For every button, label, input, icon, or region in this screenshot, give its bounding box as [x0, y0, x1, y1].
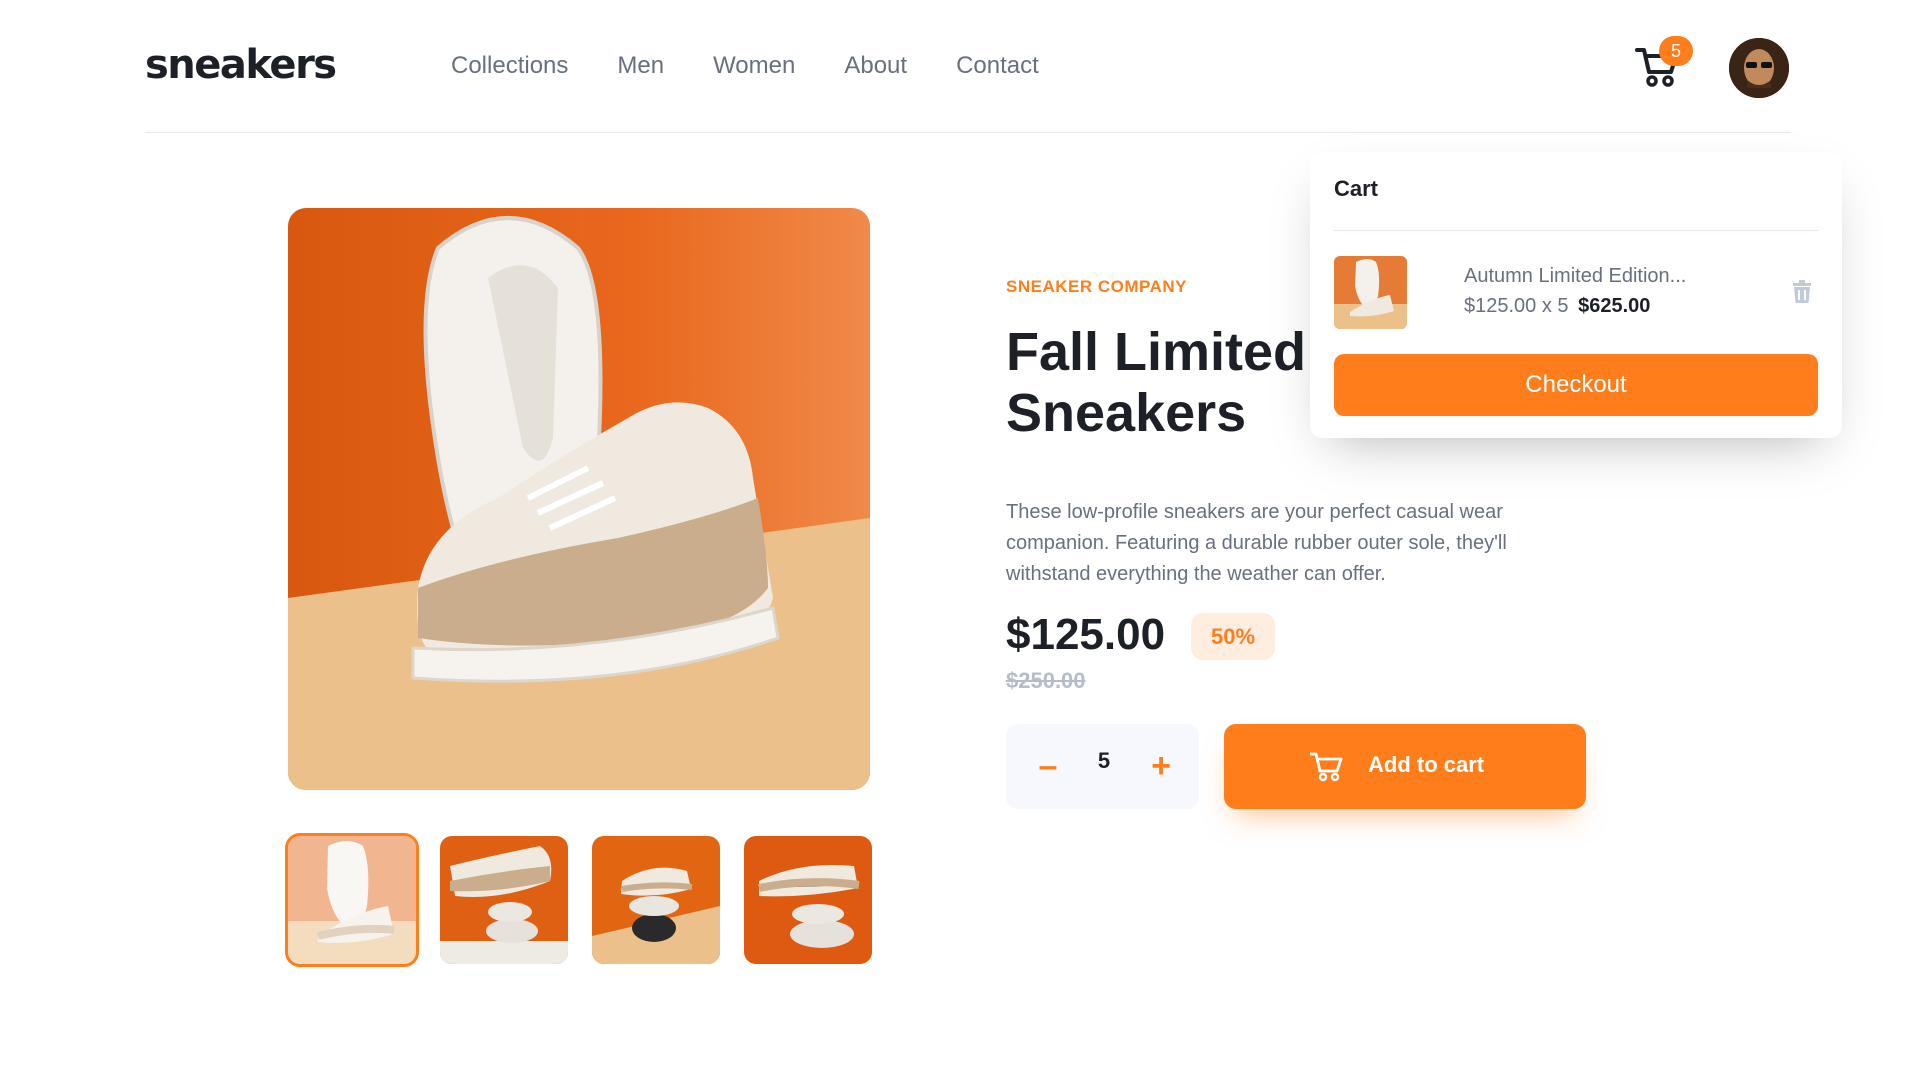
- thumbnail-2[interactable]: [440, 836, 568, 964]
- nav-item-women[interactable]: Women: [713, 52, 795, 80]
- main-nav: Collections Men Women About Contact: [451, 52, 1088, 80]
- cart-item-unit: $125.00 x 5: [1464, 295, 1569, 317]
- nav-item-men[interactable]: Men: [617, 52, 664, 80]
- nav-item-about[interactable]: About: [844, 52, 907, 80]
- cart-count-badge: 5: [1659, 36, 1693, 66]
- quantity-value: 5: [1097, 748, 1111, 773]
- cart-dropdown: Cart Autumn Limited Edition... $125.00 x…: [1310, 152, 1842, 438]
- thumbnail-3[interactable]: [592, 836, 720, 964]
- cart-title: Cart: [1334, 176, 1379, 201]
- site-header: sneakers Collections Men Women About Con…: [145, 0, 1791, 133]
- checkout-button[interactable]: Checkout: [1334, 354, 1818, 416]
- company-label: SNEAKER COMPANY: [1006, 277, 1187, 296]
- cart-item-name: Autumn Limited Edition...: [1464, 265, 1687, 287]
- logo[interactable]: sneakers: [145, 42, 337, 88]
- thumbnail-strip: [285, 833, 872, 967]
- thumbnail-1[interactable]: [285, 833, 419, 967]
- add-to-cart-button[interactable]: Add to cart: [1224, 724, 1586, 809]
- current-price: $125.00: [1006, 610, 1166, 659]
- avatar[interactable]: [1729, 38, 1789, 98]
- discount-badge: 50%: [1191, 613, 1275, 660]
- increase-quantity-button[interactable]: +: [1139, 744, 1183, 788]
- add-to-cart-label: Add to cart: [1368, 752, 1485, 777]
- decrease-quantity-button[interactable]: –: [1026, 744, 1070, 788]
- quantity-stepper: – 5 +: [1006, 724, 1199, 809]
- cart-divider: [1334, 230, 1818, 231]
- product-description: These low-profile sneakers are your perf…: [1006, 501, 1507, 585]
- cart-item-total: $625.00: [1578, 295, 1651, 317]
- product-main-image[interactable]: [288, 208, 870, 790]
- original-price: $250.00: [1006, 668, 1086, 693]
- thumbnail-4[interactable]: [744, 836, 872, 964]
- nav-item-collections[interactable]: Collections: [451, 52, 568, 80]
- cart-item-thumbnail: [1334, 256, 1407, 329]
- cart-icon: [1309, 750, 1344, 782]
- nav-item-contact[interactable]: Contact: [956, 52, 1039, 80]
- cart-item-price-line: $125.00 x 5 $625.00: [1464, 295, 1650, 318]
- trash-icon[interactable]: [1792, 280, 1812, 304]
